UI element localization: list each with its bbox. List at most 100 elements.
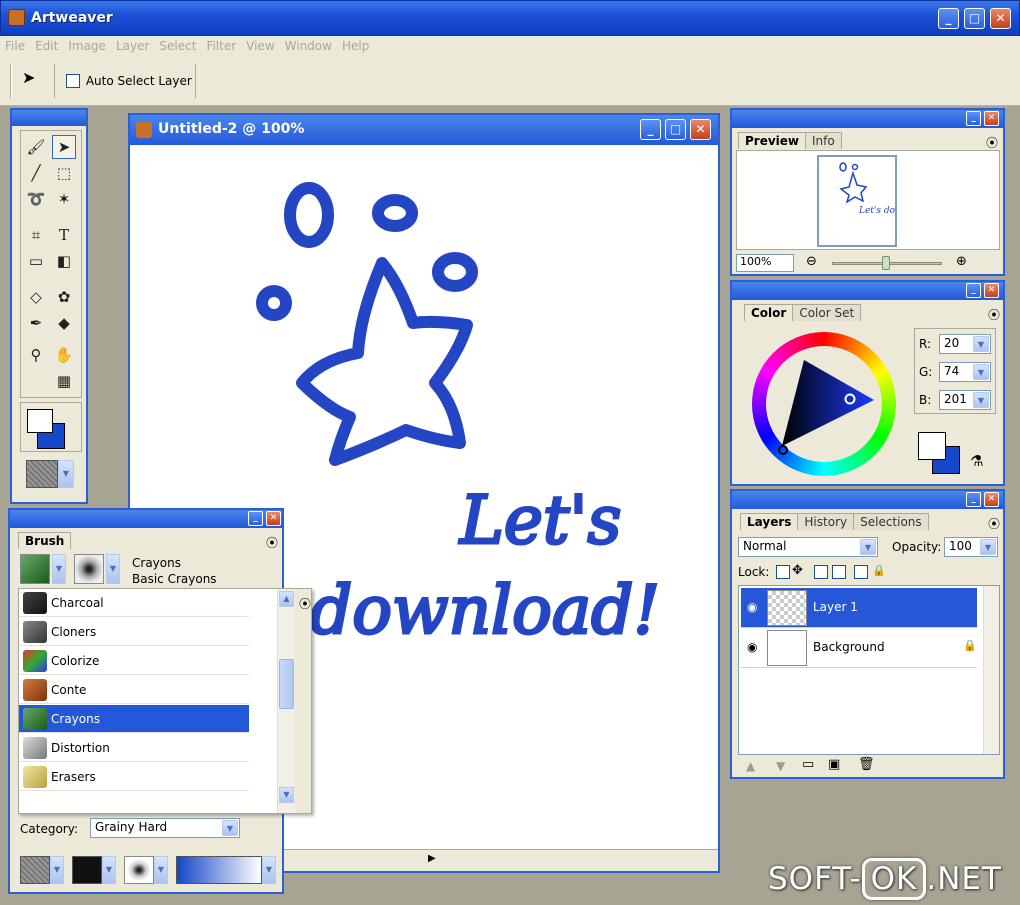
zoom-out-icon[interactable]: ⊖ [806, 254, 817, 269]
gradient-arrow[interactable]: ▼ [262, 856, 276, 884]
visibility-eye-icon[interactable]: ◉ [747, 600, 757, 614]
lock-transparency-checkbox[interactable] [776, 565, 790, 579]
category-select[interactable]: Grainy Hard ▼ [90, 818, 240, 838]
brush-list-scrollbar[interactable]: ▲ ▼ [277, 589, 295, 813]
color-fg-swatch[interactable] [918, 432, 946, 460]
doc-maximize-button[interactable]: □ [665, 119, 686, 140]
list-menu-icon[interactable]: ⦿ [299, 595, 311, 612]
nozzle-swatch[interactable] [124, 856, 154, 884]
menu-filter[interactable]: Filter [201, 36, 241, 53]
delete-layer-icon[interactable]: 🗑 [858, 757, 875, 772]
line-tool-icon[interactable]: ╱ [24, 161, 48, 185]
brush-tip-arrow[interactable]: ▼ [106, 554, 120, 584]
scroll-right-icon[interactable]: ▶ [428, 853, 436, 864]
hand-tool-icon[interactable]: ✋ [52, 343, 76, 367]
texture-swatch[interactable] [26, 460, 58, 488]
scroll-up-arrow[interactable]: ▲ [279, 591, 294, 607]
maximize-button[interactable]: □ [964, 8, 985, 29]
blend-mode-select[interactable]: Normal ▼ [738, 537, 878, 557]
brush-close-button[interactable]: ✕ [266, 511, 281, 526]
color-pick-icon[interactable]: ⚗ [970, 452, 983, 470]
visibility-eye-icon[interactable]: ◉ [747, 640, 757, 654]
layer-move-up-icon[interactable]: ▲ [746, 759, 755, 773]
g-dropdown-arrow[interactable]: ▼ [973, 364, 989, 380]
crop-tool-icon[interactable]: ⌗ [24, 223, 48, 247]
new-folder-icon[interactable]: ▭ [802, 757, 814, 772]
color-wheel[interactable] [752, 332, 896, 476]
move-tool-icon[interactable]: ➤ [52, 135, 76, 159]
auto-select-layer[interactable]: Auto Select Layer [66, 73, 192, 88]
magic-wand-tool-icon[interactable]: ✶ [52, 187, 76, 211]
tab-brush[interactable]: Brush [18, 532, 72, 549]
new-layer-icon[interactable]: ▣ [828, 757, 840, 772]
eraser-tool-icon[interactable]: ◇ [24, 285, 48, 309]
texture-dropdown-arrow[interactable]: ▼ [58, 460, 74, 488]
list-item[interactable]: Colorize [19, 647, 249, 675]
zoom-slider-thumb[interactable] [882, 256, 890, 270]
preview-thumbnail[interactable]: Let's download! [817, 155, 932, 247]
rectangle-tool-icon[interactable]: ▭ [24, 249, 48, 273]
doc-close-button[interactable]: ✕ [690, 119, 711, 140]
menu-help[interactable]: Help [337, 36, 374, 53]
auto-select-checkbox[interactable] [66, 73, 80, 88]
paper-texture-swatch[interactable] [20, 856, 50, 884]
menu-select[interactable]: Select [154, 36, 201, 53]
list-item[interactable]: Charcoal [19, 589, 249, 617]
menu-layer[interactable]: Layer [111, 36, 154, 53]
eyedropper-tool-icon[interactable]: ✒ [24, 311, 48, 335]
opacity-arrow[interactable]: ▼ [980, 539, 996, 555]
color-close-button[interactable]: ✕ [984, 283, 999, 298]
zoom-tool-icon[interactable]: ⚲ [24, 343, 48, 367]
list-item[interactable]: Cloners [19, 618, 249, 646]
lock-position-checkbox[interactable] [832, 565, 846, 579]
brush-menu-icon[interactable]: ⦿ [266, 534, 278, 551]
tab-layers[interactable]: Layers [740, 513, 799, 530]
layers-close-button[interactable]: ✕ [984, 492, 999, 507]
scroll-thumb[interactable] [279, 659, 294, 709]
layers-menu-icon[interactable]: ⦿ [988, 515, 1000, 532]
tab-color[interactable]: Color [744, 304, 794, 321]
tab-preview[interactable]: Preview [738, 132, 807, 149]
layers-minimize-button[interactable]: _ [966, 492, 981, 507]
blend-mode-arrow[interactable]: ▼ [860, 539, 876, 555]
tab-history[interactable]: History [797, 513, 855, 530]
menu-edit[interactable]: Edit [30, 36, 63, 53]
nozzle-arrow[interactable]: ▼ [154, 856, 168, 884]
paper-texture-arrow[interactable]: ▼ [50, 856, 64, 884]
r-field[interactable]: 20 ▼ [939, 334, 991, 354]
color-minimize-button[interactable]: _ [966, 283, 981, 298]
menu-image[interactable]: Image [63, 36, 111, 53]
list-item[interactable]: Conte [19, 676, 249, 704]
pattern-arrow[interactable]: ▼ [102, 856, 116, 884]
brush-tool-icon[interactable]: 🖌 [24, 135, 48, 159]
brush-tip-icon[interactable] [74, 554, 104, 584]
close-button[interactable]: ✕ [990, 8, 1011, 29]
menu-view[interactable]: View [241, 36, 279, 53]
pattern-swatch[interactable] [72, 856, 102, 884]
brush-minimize-button[interactable]: _ [248, 511, 263, 526]
color-triangle[interactable] [752, 332, 896, 476]
fill-tool-icon[interactable]: ◆ [52, 311, 76, 335]
lasso-tool-icon[interactable]: ➰ [24, 187, 48, 211]
gradient-tool-icon[interactable]: ◧ [52, 249, 76, 273]
layers-scrollbar[interactable] [983, 586, 999, 754]
lock-pixels-checkbox[interactable] [814, 565, 828, 579]
minimize-button[interactable]: _ [938, 8, 959, 29]
brush-variant-icon[interactable] [20, 554, 50, 584]
lock-all-checkbox[interactable] [854, 565, 868, 579]
menu-window[interactable]: Window [280, 36, 337, 53]
preview-menu-icon[interactable]: ⦿ [986, 134, 998, 151]
b-field[interactable]: 201 ▼ [939, 390, 991, 410]
preview-minimize-button[interactable]: _ [966, 111, 981, 126]
rect-select-tool-icon[interactable]: ⬚ [52, 161, 76, 185]
text-tool-icon[interactable]: T [52, 223, 76, 247]
tab-selections[interactable]: Selections [853, 513, 929, 530]
scroll-down-arrow[interactable]: ▼ [279, 787, 294, 803]
r-dropdown-arrow[interactable]: ▼ [973, 336, 989, 352]
preview-zoom-field[interactable]: 100% [736, 254, 794, 272]
list-item[interactable]: Distortion [19, 734, 249, 762]
layer-row[interactable]: ◉ Layer 1 [741, 588, 977, 628]
move-tool-icon[interactable]: ➤ [22, 68, 35, 87]
list-item[interactable]: Erasers [19, 763, 249, 791]
category-arrow[interactable]: ▼ [222, 820, 238, 836]
